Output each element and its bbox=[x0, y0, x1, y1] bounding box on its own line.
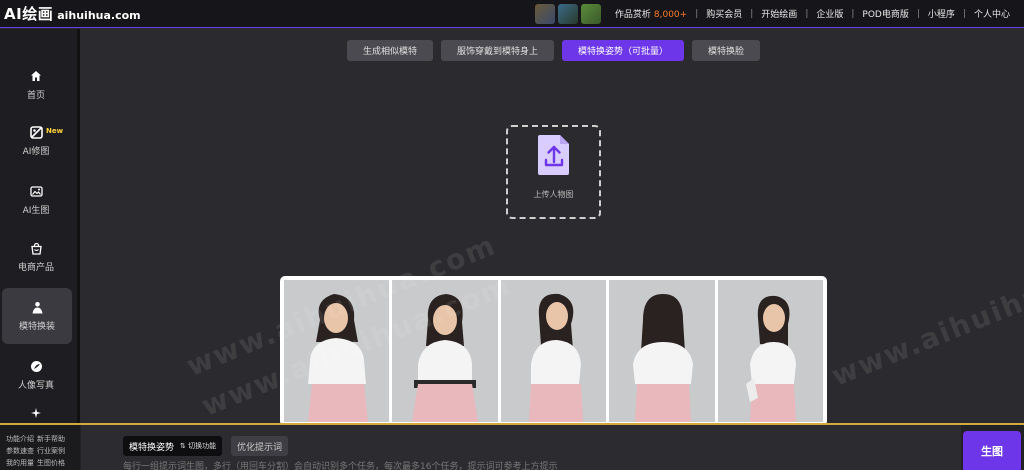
sidebar-item-label: 首页 bbox=[26, 91, 45, 101]
upload-label: 上传人物图 bbox=[533, 190, 574, 199]
switch-label: 切换功能 bbox=[188, 442, 217, 450]
help-link[interactable]: 行业案例 bbox=[37, 447, 65, 455]
switch-function[interactable]: ⇅ 切换功能 bbox=[180, 441, 216, 451]
thumbnail[interactable] bbox=[557, 3, 578, 24]
sidebar: 首页 New AI修图 AI生图 电商产品 模特换装 人像写真 bbox=[0, 29, 80, 423]
prompt-bar: 功能介绍 新手帮助 参数速查 行业案例 我的用量 生图价格 模特换姿势 ⇅ 切换功能 … bbox=[0, 425, 1024, 470]
sidebar-item-label: 人像写真 bbox=[17, 381, 54, 391]
nav-gallery-count: 8,000+ bbox=[653, 10, 688, 20]
new-badge: New bbox=[46, 127, 64, 135]
sidebar-item-home[interactable]: 首页 bbox=[0, 57, 72, 113]
thumbnail[interactable] bbox=[534, 3, 555, 24]
sidebar-item-portrait[interactable]: 人像写真 bbox=[0, 347, 72, 403]
nav-pod[interactable]: POD电商版 bbox=[854, 7, 916, 20]
example-photo bbox=[500, 280, 607, 422]
help-link[interactable]: 生图价格 bbox=[37, 459, 65, 467]
feature-tabs: 生成相似模特 服饰穿戴到模特身上 模特换姿势（可批量） 模特换脸 bbox=[347, 40, 761, 61]
sidebar-item-label: AI生图 bbox=[22, 206, 50, 216]
model-icon bbox=[30, 300, 44, 314]
optimize-prompt-button[interactable]: 优化提示词 bbox=[231, 436, 289, 456]
top-nav: 作品赏析 8,000+ | 购买会员 | 开始绘画 | 企业版 | POD电商版 … bbox=[534, 0, 1018, 27]
sidebar-item-ecommerce[interactable]: 电商产品 bbox=[0, 229, 72, 285]
sidebar-item-label: 模特换装 bbox=[18, 322, 55, 332]
home-icon bbox=[29, 69, 43, 83]
nav-miniapp[interactable]: 小程序 bbox=[920, 7, 963, 20]
generate-button[interactable]: 生图 bbox=[963, 431, 1021, 470]
upload-area[interactable]: 上传人物图 bbox=[506, 125, 601, 219]
mode-selector[interactable]: 模特换姿势 ⇅ 切换功能 bbox=[123, 436, 223, 456]
nav-enterprise[interactable]: 企业版 bbox=[808, 7, 851, 20]
top-bar: AI绘画 aihuihua.com 作品赏析 8,000+ | 购买会员 | 开始… bbox=[0, 0, 1024, 28]
tab-similar-model[interactable]: 生成相似模特 bbox=[347, 40, 434, 61]
watermark: www.aihuihua.com bbox=[826, 238, 1024, 393]
sidebar-item-label: AI修图 bbox=[22, 147, 50, 157]
nav-start[interactable]: 开始绘画 bbox=[753, 7, 805, 20]
prompt-area[interactable]: 模特换姿势 ⇅ 切换功能 优化提示词 每行一组提示词生图，多行（用回车分割）会自… bbox=[81, 425, 961, 470]
nav-buy[interactable]: 购买会员 bbox=[698, 7, 750, 20]
example-photo bbox=[284, 280, 390, 422]
example-photo bbox=[609, 280, 715, 422]
sidebar-item-ai-edit[interactable]: New AI修图 bbox=[0, 113, 72, 169]
mode-label: 模特换姿势 bbox=[129, 442, 175, 453]
thumbnail[interactable] bbox=[580, 3, 601, 24]
logo-text: AI绘画 bbox=[4, 5, 54, 23]
tab-change-pose[interactable]: 模特换姿势（可批量） bbox=[562, 40, 685, 61]
help-link[interactable]: 参数速查 bbox=[6, 447, 34, 455]
help-link[interactable]: 功能介绍 bbox=[6, 435, 34, 443]
tab-wear-outfit[interactable]: 服饰穿戴到模特身上 bbox=[441, 40, 555, 61]
example-photo bbox=[717, 280, 824, 422]
portrait-icon bbox=[29, 359, 43, 373]
sparkle-icon bbox=[29, 406, 43, 420]
image-edit-icon bbox=[29, 125, 43, 139]
example-gallery bbox=[280, 276, 827, 423]
logo-domain: aihuihua.com bbox=[57, 9, 141, 22]
sidebar-item-more[interactable] bbox=[0, 405, 72, 423]
gallery-thumbnails bbox=[534, 3, 601, 24]
nav-gallery[interactable]: 作品赏析 8,000+ bbox=[607, 7, 695, 20]
help-links: 功能介绍 新手帮助 参数速查 行业案例 我的用量 生图价格 bbox=[0, 425, 80, 470]
logo[interactable]: AI绘画 aihuihua.com bbox=[0, 3, 141, 24]
shopping-bag-icon bbox=[29, 241, 43, 255]
main-content: 生成相似模特 服饰穿戴到模特身上 模特换姿势（可批量） 模特换脸 上传人物图 w… bbox=[81, 29, 1024, 423]
help-link[interactable]: 新手帮助 bbox=[37, 435, 65, 443]
tab-face-swap[interactable]: 模特换脸 bbox=[692, 40, 761, 61]
example-photo bbox=[392, 280, 498, 422]
nav-profile[interactable]: 个人中心 bbox=[966, 7, 1018, 20]
help-link[interactable]: 我的用量 bbox=[6, 459, 34, 467]
sidebar-item-model-outfit[interactable]: 模特换装 bbox=[2, 288, 72, 344]
upload-file-icon bbox=[537, 133, 571, 181]
sidebar-item-ai-generate[interactable]: AI生图 bbox=[0, 172, 72, 228]
sidebar-item-label: 电商产品 bbox=[17, 263, 54, 273]
nav-gallery-label: 作品赏析 bbox=[614, 10, 651, 20]
prompt-input[interactable]: 每行一组提示词生图，多行（用回车分割）会自动识别多个任务，每次最多16个任务，提… bbox=[123, 459, 557, 470]
image-generate-icon bbox=[29, 184, 43, 198]
